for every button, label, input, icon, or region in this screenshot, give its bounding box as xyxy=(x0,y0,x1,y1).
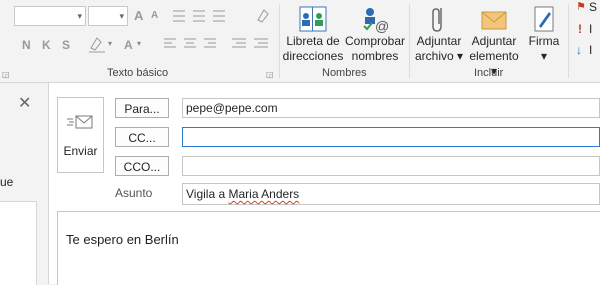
address-book-icon xyxy=(299,6,327,32)
group-label-basic-text: Texto básico xyxy=(107,67,169,79)
paperclip-icon xyxy=(432,8,442,32)
check-names-label-1: Comprobar xyxy=(344,34,406,48)
high-importance-icon: ! xyxy=(578,22,582,36)
font-size-combo[interactable]: ▾ xyxy=(88,6,128,26)
bcc-field[interactable] xyxy=(182,156,600,176)
attach-file-button[interactable]: Adjuntar archivo ▾ xyxy=(411,0,467,64)
to-button[interactable]: Para... xyxy=(115,98,169,118)
clear-format-icon[interactable] xyxy=(255,6,271,24)
envelope-icon xyxy=(481,11,507,30)
address-book-button[interactable]: Libreta de direcciones xyxy=(282,0,344,64)
underline-button[interactable]: S xyxy=(62,38,70,52)
check-names-button[interactable]: @ Comprobar nombres xyxy=(344,0,406,64)
signature-button[interactable]: Firma ▾ xyxy=(523,0,565,64)
close-icon[interactable]: ✕ xyxy=(18,93,31,113)
italic-button[interactable]: K xyxy=(42,38,51,52)
group-label-names: Nombres xyxy=(322,67,367,79)
font-name-combo[interactable]: ▾ xyxy=(14,6,86,26)
send-icon xyxy=(67,115,93,129)
attach-item-label-1: Adjuntar xyxy=(471,34,517,48)
cc-button[interactable]: CC... xyxy=(115,127,169,147)
chevron-down-icon: ▾ xyxy=(77,11,82,21)
chevron-down-icon: ▾ xyxy=(119,11,124,21)
right-col-item-1[interactable]: S xyxy=(589,0,597,14)
check-names-icon: @ xyxy=(363,8,389,34)
alignment-buttons[interactable] xyxy=(162,36,272,52)
bold-button[interactable]: N xyxy=(22,38,31,52)
shrink-font-button[interactable]: A xyxy=(151,10,158,21)
cc-field[interactable] xyxy=(182,127,600,147)
send-label: Enviar xyxy=(63,144,98,158)
left-pane-list xyxy=(0,201,37,285)
list-buttons[interactable] xyxy=(169,7,239,25)
chevron-down-icon: ▾ xyxy=(137,39,142,48)
to-field[interactable]: pepe@pepe.com xyxy=(182,98,600,118)
svg-text:▾: ▾ xyxy=(108,39,112,48)
dialog-launcher-icon[interactable]: ◲ xyxy=(2,70,10,79)
dialog-launcher-icon[interactable]: ◲ xyxy=(266,70,274,79)
low-importance-icon: ↓ xyxy=(576,43,582,57)
divider xyxy=(409,4,410,78)
grow-font-button[interactable]: A xyxy=(134,8,143,23)
message-body[interactable]: Te espero en Berlín xyxy=(57,211,600,285)
subject-name: Maria Anders xyxy=(228,187,300,201)
right-col-item-3[interactable]: I xyxy=(589,43,592,57)
bcc-button[interactable]: CCO... xyxy=(115,156,169,176)
check-names-label-2: nombres xyxy=(351,49,399,63)
ribbon: ▾ ▾ A A N K S ▾ A ▾ Texto básico ◲ ◲ Lib… xyxy=(0,0,600,83)
subject-label: Asunto xyxy=(115,186,153,200)
left-pane: ✕ ue xyxy=(0,83,49,285)
send-button[interactable]: Enviar xyxy=(57,97,104,173)
flag-icon: ⚑ xyxy=(576,1,586,13)
body-text: Te espero en Berlín xyxy=(66,232,179,247)
subject-prefix: Vigila a xyxy=(186,187,229,201)
divider xyxy=(568,4,569,78)
compose-form: Enviar Para... pepe@pepe.com CC... CCO..… xyxy=(49,83,600,285)
subject-field[interactable]: Vigila a Maria Anders xyxy=(182,183,600,205)
attach-file-label-2: archivo ▾ xyxy=(414,49,464,63)
address-book-label-1: Libreta de xyxy=(286,34,340,48)
right-col-item-2[interactable]: I xyxy=(589,22,592,36)
highlight-icon[interactable]: ▾ xyxy=(87,34,117,54)
group-label-include: Incluir xyxy=(474,67,504,79)
font-color-button[interactable]: A xyxy=(124,38,133,52)
divider xyxy=(279,4,280,78)
attach-file-label-1: Adjuntar xyxy=(416,34,462,48)
svg-text:@: @ xyxy=(375,18,389,34)
partial-label: ue xyxy=(0,175,14,189)
address-book-label-2: direcciones xyxy=(282,49,344,63)
signature-label-1: Firma xyxy=(528,34,560,48)
signature-label-2: ▾ xyxy=(540,49,548,63)
signature-icon xyxy=(534,6,554,32)
